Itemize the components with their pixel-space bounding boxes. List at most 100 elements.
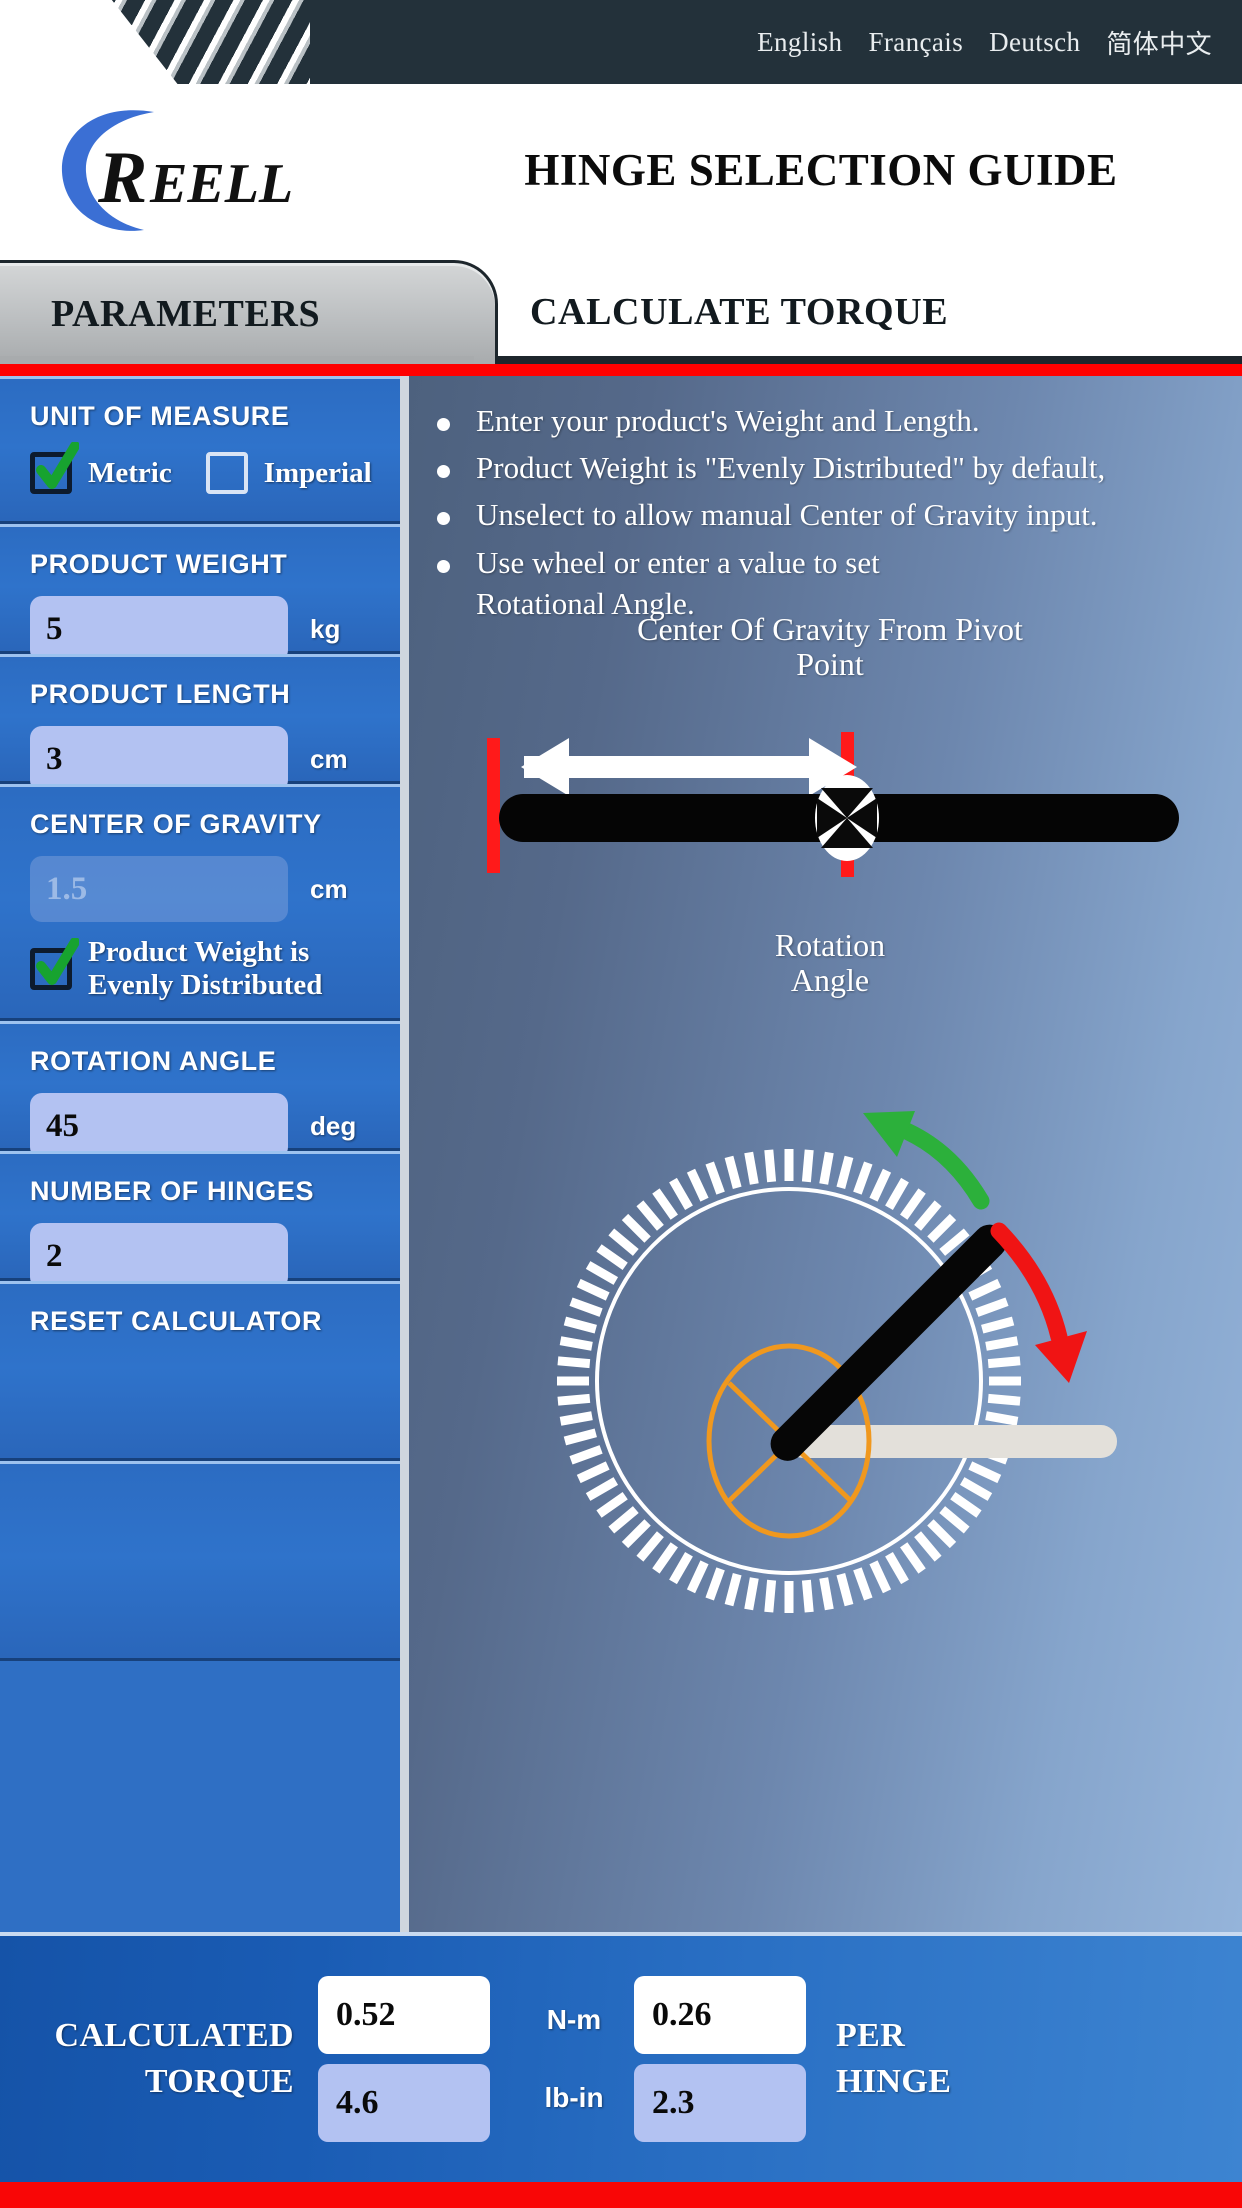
bullet-dot-icon bbox=[437, 465, 450, 479]
product-length-unit: cm bbox=[310, 743, 348, 774]
rotation-caption-line1: Rotation bbox=[774, 927, 886, 963]
unit-of-measure-label: UNIT OF MEASURE bbox=[30, 401, 290, 431]
unit-newton-meter: N-m bbox=[546, 2004, 602, 2035]
total-torque-nm-value bbox=[318, 1976, 490, 2054]
instruction-text: Product Weight is "Evenly Distributed" b… bbox=[476, 450, 1106, 486]
tab-active-mask bbox=[0, 356, 474, 364]
panel-filler bbox=[0, 1461, 400, 1661]
per-hinge-nm-value bbox=[634, 1976, 806, 2054]
product-length-row: cm bbox=[30, 726, 370, 792]
unit-option-metric[interactable]: Metric bbox=[30, 442, 172, 494]
rotation-angle-input[interactable] bbox=[30, 1093, 288, 1159]
rotation-angle-label: ROTATION ANGLE bbox=[30, 1046, 277, 1076]
center-of-gravity-label: CENTER OF GRAVITY bbox=[30, 809, 322, 839]
imperial-checkbox[interactable] bbox=[205, 452, 248, 494]
number-of-hinges-row bbox=[30, 1223, 370, 1289]
product-weight-unit: kg bbox=[310, 613, 341, 644]
body-area: UNIT OF MEASURE Metric Imperial PRODUCT … bbox=[0, 376, 1242, 1932]
list-item: Unselect to allow manual Center of Gravi… bbox=[437, 494, 1237, 535]
metric-checkbox[interactable] bbox=[30, 442, 79, 494]
tab-parameters[interactable]: PARAMETERS bbox=[0, 260, 498, 364]
rotation-angle-row: deg bbox=[30, 1093, 370, 1159]
center-of-gravity-input[interactable] bbox=[30, 856, 288, 922]
instruction-text: Unselect to allow manual Center of Gravi… bbox=[476, 497, 1098, 533]
bullet-dot-icon bbox=[437, 559, 450, 573]
wheel-inner-circle bbox=[595, 1187, 983, 1575]
pivot-point-icon bbox=[815, 775, 879, 861]
calculated-torque-label: CALCULATED TORQUE bbox=[24, 2013, 294, 2105]
svg-text:R: R bbox=[97, 137, 147, 219]
center-of-gravity-row: cm bbox=[30, 856, 370, 922]
page-title: HINGE SELECTION GUIDE bbox=[524, 145, 1118, 195]
parameters-sidebar: UNIT OF MEASURE Metric Imperial PRODUCT … bbox=[0, 376, 400, 1932]
language-option-french[interactable]: Français bbox=[868, 27, 963, 58]
units-column: N-m lb-in bbox=[514, 2004, 634, 2114]
rotation-angle-wheel[interactable] bbox=[400, 1001, 1242, 1621]
number-of-hinges-label: NUMBER OF HINGES bbox=[30, 1176, 315, 1206]
tab-calculate-torque-label: CALCULATE TORQUE bbox=[530, 291, 949, 333]
per-hinge-label: PER HINGE bbox=[836, 2013, 951, 2105]
pivot-marker-left bbox=[487, 738, 500, 873]
bullet-dot-icon bbox=[437, 512, 450, 526]
product-weight-row: kg bbox=[30, 596, 370, 662]
calculated-torque-line2: TORQUE bbox=[144, 2063, 294, 2100]
bullet-dot-icon bbox=[437, 418, 450, 431]
cog-diagram bbox=[487, 732, 1179, 877]
product-weight-input[interactable] bbox=[30, 596, 288, 662]
checkmark-icon bbox=[36, 938, 79, 986]
panel-product-weight: PRODUCT WEIGHT kg bbox=[0, 524, 400, 662]
product-length-input[interactable] bbox=[30, 726, 288, 792]
per-hinge-line2: HINGE bbox=[836, 2063, 952, 2100]
distance-arrow-icon bbox=[521, 738, 857, 796]
panel-center-of-gravity: CENTER OF GRAVITY cm Product Weight is E… bbox=[0, 784, 400, 1021]
cog-caption-line1: Center Of Gravity From Pivot bbox=[637, 611, 1023, 647]
instruction-text: Enter your product's Weight and Length. bbox=[476, 403, 980, 438]
language-option-english[interactable]: English bbox=[757, 27, 842, 58]
per-hinge-lbin-value bbox=[634, 2064, 806, 2142]
reset-calculator-button[interactable]: RESET CALCULATOR bbox=[30, 1306, 370, 1337]
total-torque-group bbox=[318, 1976, 490, 2142]
imperial-checkbox-box bbox=[205, 452, 248, 494]
reference-arm bbox=[787, 1425, 1117, 1458]
instructions-list: Enter your product's Weight and Length. … bbox=[437, 400, 1237, 630]
imperial-label: Imperial bbox=[263, 456, 372, 489]
red-accent-line-top bbox=[0, 364, 1242, 376]
language-option-chinese[interactable]: 简体中文 bbox=[1106, 24, 1212, 61]
list-item: Enter your product's Weight and Length. bbox=[437, 400, 1237, 441]
tab-strip: PARAMETERS CALCULATE TORQUE bbox=[0, 256, 1242, 364]
wheel-tick-marks bbox=[557, 1149, 1021, 1613]
panel-rotation-angle: ROTATION ANGLE deg bbox=[0, 1021, 400, 1159]
calculated-torque-line1: CALCULATED bbox=[54, 2017, 294, 2055]
language-selector: English Français Deutsch 简体中文 bbox=[757, 0, 1212, 84]
reell-logo[interactable]: R EELL bbox=[46, 94, 316, 242]
per-hinge-torque-group bbox=[634, 1976, 806, 2142]
language-bar: English Français Deutsch 简体中文 bbox=[0, 0, 1242, 84]
rotation-angle-unit: deg bbox=[310, 1110, 357, 1141]
tab-calculate-torque[interactable]: CALCULATE TORQUE bbox=[530, 260, 948, 364]
metric-label: Metric bbox=[88, 456, 172, 489]
evenly-distributed-row[interactable]: Product Weight is Evenly Distributed bbox=[30, 936, 370, 1003]
panel-number-of-hinges: NUMBER OF HINGES bbox=[0, 1151, 400, 1289]
cog-caption-line2: Point bbox=[796, 645, 864, 682]
number-of-hinges-input[interactable] bbox=[30, 1223, 288, 1289]
unit-of-measure-options: Metric Imperial bbox=[30, 442, 372, 494]
rotation-diagram-caption: Rotation Angle bbox=[409, 928, 1242, 997]
list-item: Product Weight is "Evenly Distributed" b… bbox=[437, 447, 1237, 488]
red-accent-line-bottom bbox=[0, 2182, 1242, 2208]
panel-product-length: PRODUCT LENGTH cm bbox=[0, 654, 400, 792]
unit-option-imperial[interactable]: Imperial bbox=[205, 452, 372, 494]
illustration-panel: Enter your product's Weight and Length. … bbox=[400, 376, 1242, 1932]
center-of-gravity-unit: cm bbox=[310, 873, 348, 904]
total-torque-lbin-value bbox=[318, 2064, 490, 2142]
hinge-selection-guide-app: English Français Deutsch 简体中文 R EELL HIN… bbox=[0, 0, 1242, 2208]
panel-reset-calculator[interactable]: RESET CALCULATOR bbox=[0, 1281, 400, 1461]
unit-pound-inch: lb-in bbox=[544, 2082, 604, 2113]
brand-band: R EELL HINGE SELECTION GUIDE bbox=[0, 84, 1242, 256]
evenly-distributed-checkbox[interactable] bbox=[30, 938, 79, 991]
language-option-german[interactable]: Deutsch bbox=[989, 27, 1080, 58]
tab-parameters-label: PARAMETERS bbox=[51, 292, 321, 335]
product-weight-label: PRODUCT WEIGHT bbox=[30, 549, 288, 579]
svg-text:EELL: EELL bbox=[149, 153, 293, 215]
product-length-label: PRODUCT LENGTH bbox=[30, 679, 291, 709]
panel-unit-of-measure: UNIT OF MEASURE Metric Imperial bbox=[0, 376, 400, 524]
